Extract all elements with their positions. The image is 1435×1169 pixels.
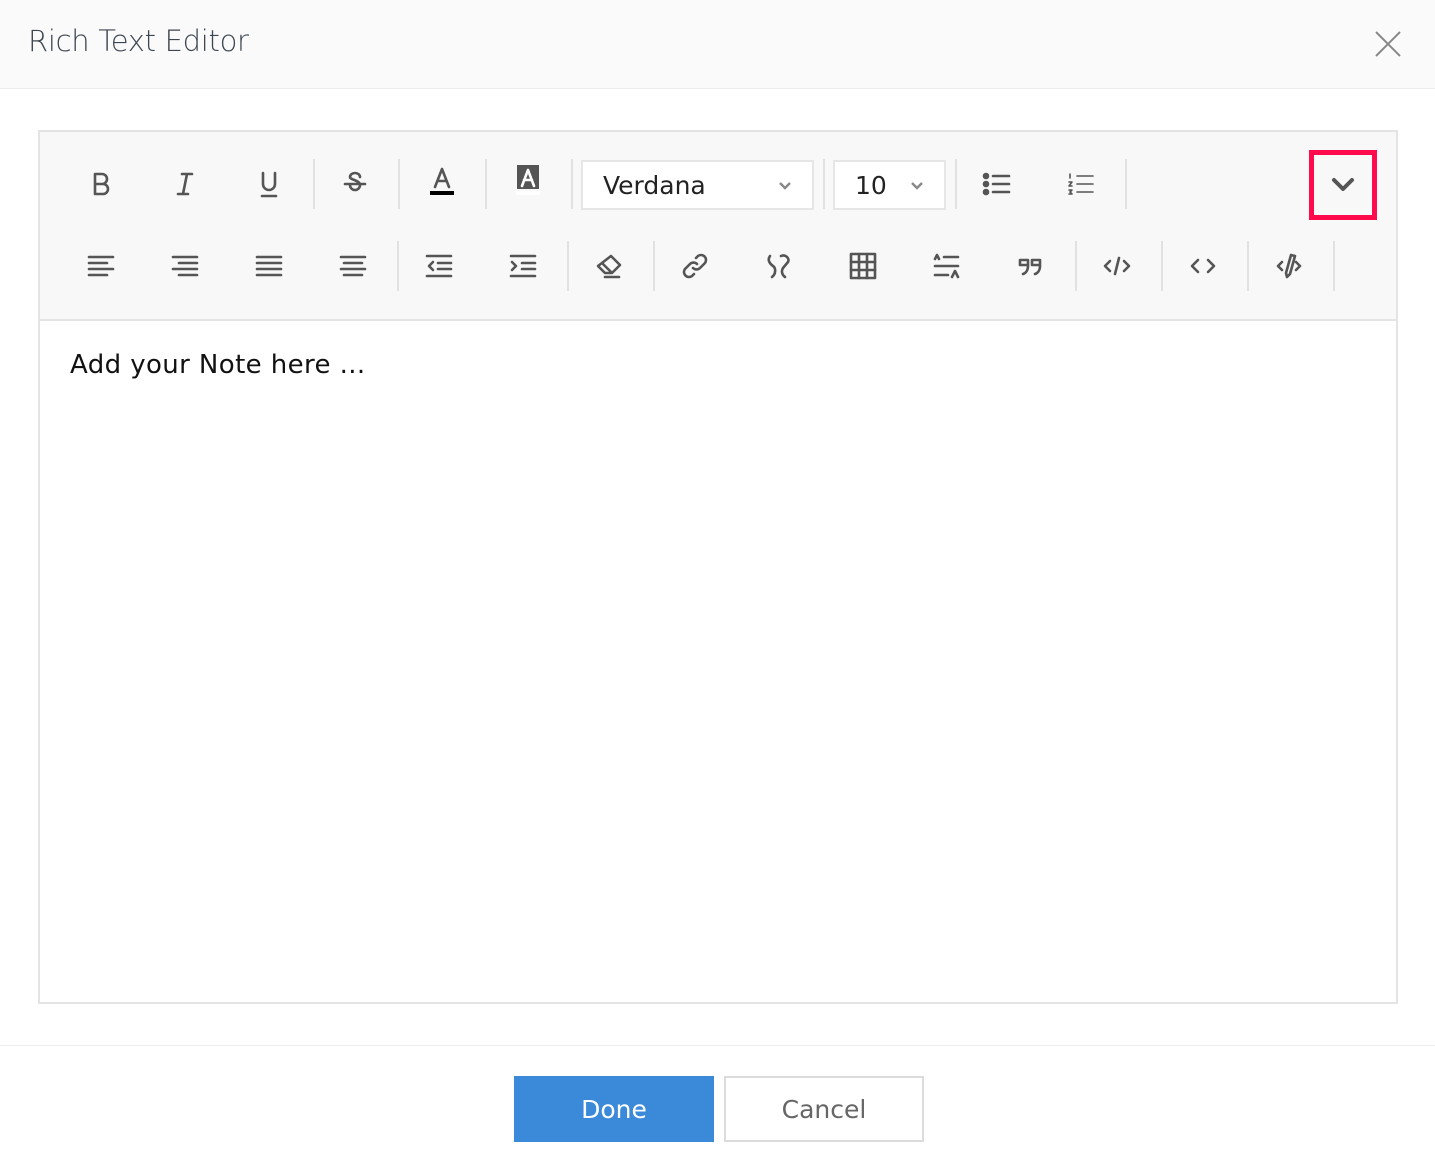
quote-icon [1018,258,1042,276]
toolbar-divider [1075,241,1077,291]
insert-table-button[interactable] [843,246,883,286]
underline-icon [260,171,278,198]
eraser-icon [596,254,622,279]
editor-toolbar: Verdana 10 [40,132,1396,321]
line-height-icon [933,253,960,279]
highlight-color-button[interactable] [508,160,548,200]
blockquote-button[interactable] [1011,246,1051,286]
close-icon[interactable] [1372,28,1404,60]
toolbar-divider [955,159,957,209]
insert-code-button[interactable] [1097,246,1137,286]
align-center-icon [339,255,367,277]
dialog-header: Rich Text Editor [0,0,1435,89]
indent-icon [509,254,537,278]
rich-text-editor: Verdana 10 Add your Note here ... [38,130,1398,1004]
justify-button[interactable] [249,246,289,286]
chevron-down-icon [911,182,923,190]
numbered-list-icon [1068,173,1094,195]
toolbar-divider [485,159,487,209]
font-size-value: 10 [855,170,887,200]
text-color-button[interactable] [422,160,462,200]
toolbar-divider [571,159,573,209]
toolbar-divider [1247,241,1249,291]
toolbar-divider [567,241,569,291]
source-code-button[interactable] [1183,246,1223,286]
cancel-button[interactable]: Cancel [724,1076,924,1142]
remove-link-button[interactable] [759,246,799,286]
clear-formatting-button[interactable] [589,246,629,286]
background-color-icon [516,165,540,195]
bulleted-list-button[interactable] [977,164,1017,204]
toolbar-divider [1333,241,1335,291]
link-icon [682,253,708,279]
font-family-select[interactable]: Verdana [581,160,814,210]
editor-content[interactable]: Add your Note here ... [70,350,366,380]
font-size-select[interactable]: 10 [833,160,946,210]
toolbar-divider [1161,241,1163,291]
outdent-icon [425,254,453,278]
italic-button[interactable] [165,164,205,204]
line-height-button[interactable] [927,246,967,286]
align-left-icon [87,255,115,277]
font-family-value: Verdana [603,170,706,200]
strikethrough-button[interactable] [335,164,375,204]
outdent-button[interactable] [419,246,459,286]
chevron-down-icon [779,182,791,190]
indent-button[interactable] [503,246,543,286]
align-right-icon [171,255,199,277]
font-color-icon [430,167,454,195]
italic-icon [176,172,194,196]
more-options-button[interactable] [1309,150,1377,220]
code-icon [1190,258,1216,274]
bold-button[interactable] [81,164,121,204]
insert-link-button[interactable] [675,246,715,286]
unlink-icon [767,254,790,279]
toolbar-divider [653,241,655,291]
toolbar-divider [313,159,315,209]
bold-icon [93,172,110,196]
code-edit-icon [1276,253,1302,279]
toolbar-divider [1125,159,1127,209]
toolbar-divider [823,159,825,209]
done-button[interactable]: Done [514,1076,714,1142]
align-justify-icon [255,255,283,277]
toolbar-divider [398,159,400,209]
align-right-button[interactable] [165,246,205,286]
underline-button[interactable] [249,164,289,204]
numbered-list-button[interactable] [1061,164,1101,204]
footer-divider [0,1045,1435,1046]
toolbar-divider [397,241,399,291]
embed-code-button[interactable] [1269,246,1309,286]
strikethrough-icon [343,171,367,192]
bulleted-list-icon [982,172,1011,196]
chevron-down-icon [1332,178,1354,191]
code-slash-icon [1103,256,1131,276]
align-center-button[interactable] [333,246,373,286]
align-left-button[interactable] [81,246,121,286]
dialog-title: Rich Text Editor [28,24,249,58]
table-icon [849,252,877,280]
